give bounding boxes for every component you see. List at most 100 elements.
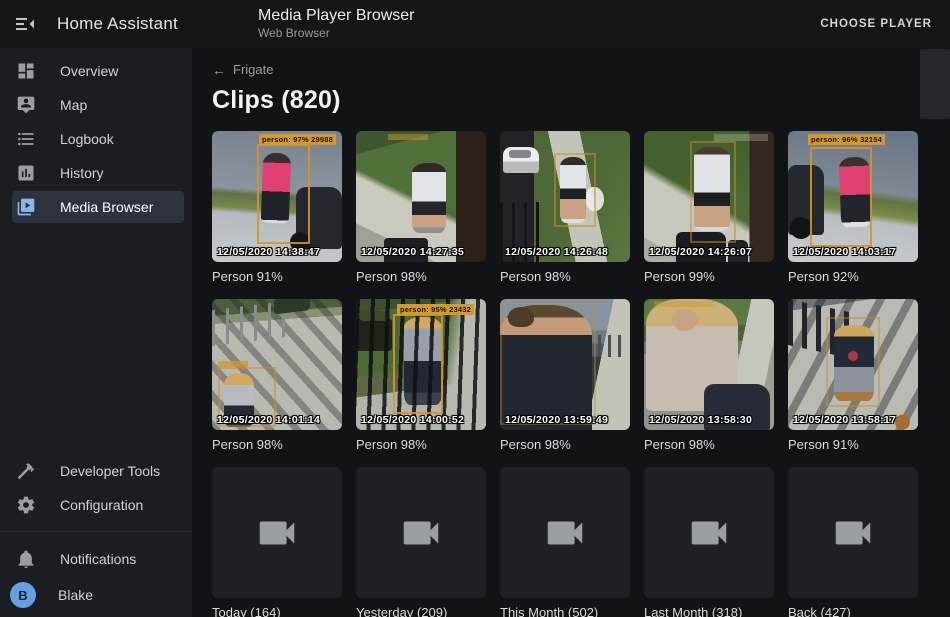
- home-assistant-window: Home Assistant Media Player Browser Web …: [0, 0, 950, 617]
- gear-icon: [16, 495, 36, 515]
- avatar: B: [10, 582, 36, 608]
- clip-label: Person 98%: [356, 269, 486, 285]
- clip-thumbnail: 12/05/2020 14:26:48: [500, 131, 630, 262]
- folder-card[interactable]: This Month (502): [500, 467, 630, 617]
- sidebar-main-nav: Overview Map Logbook History Media Brows…: [0, 53, 192, 225]
- clip-card[interactable]: 12/05/2020 13:58:17 Person 91%: [788, 299, 918, 453]
- clip-label: Person 91%: [212, 269, 342, 285]
- page-heading: Clips (820): [212, 86, 950, 115]
- page-title: Media Player Browser: [258, 7, 415, 25]
- chart-box-icon: [16, 163, 36, 183]
- detection-bounding-box: [500, 301, 596, 425]
- clip-card[interactable]: 12/05/2020 13:58:30 Person 98%: [644, 299, 774, 453]
- clip-timestamp: 12/05/2020 14:01:14: [217, 414, 320, 426]
- detection-bounding-box: [257, 144, 310, 244]
- folder-label: Last Month (318): [644, 605, 774, 617]
- sidebar-item-media-browser[interactable]: Media Browser: [12, 191, 184, 223]
- sidebar-spacer: [0, 225, 192, 453]
- clip-label: Person 92%: [788, 269, 918, 285]
- folder-thumbnail: [212, 467, 342, 598]
- sidebar-item-notifications[interactable]: Notifications: [12, 543, 184, 575]
- sidebar-item-map[interactable]: Map: [12, 89, 184, 121]
- clip-thumbnail: 12/05/2020 13:58:30: [644, 299, 774, 430]
- breadcrumb-label: Frigate: [233, 62, 273, 77]
- sidebar-toggle-icon[interactable]: [13, 12, 37, 36]
- clip-timestamp: 12/05/2020 14:27:35: [361, 246, 464, 258]
- folder-label: Today (164): [212, 605, 342, 617]
- video-camera-icon: [830, 510, 876, 556]
- sidebar-item-overview[interactable]: Overview: [12, 55, 184, 87]
- bell-icon: [16, 549, 36, 569]
- folder-card[interactable]: Today (164): [212, 467, 342, 617]
- choose-player-button[interactable]: CHOOSE PLAYER: [812, 10, 940, 38]
- account-tooltip-icon: [16, 95, 36, 115]
- folder-card[interactable]: Back (427): [788, 467, 918, 617]
- clip-card[interactable]: 12/05/2020 14:26:48 Person 98%: [500, 131, 630, 285]
- clip-timestamp: 12/05/2020 14:00:52: [361, 414, 464, 426]
- clip-label: Person 98%: [500, 437, 630, 453]
- sidebar-item-developer-tools[interactable]: Developer Tools: [12, 455, 184, 487]
- page-subtitle: Web Browser: [258, 27, 415, 41]
- clip-card[interactable]: 12/05/2020 14:26:07 Person 99%: [644, 131, 774, 285]
- back-arrow-icon: ←: [212, 63, 226, 77]
- scene-object: [503, 147, 539, 173]
- video-camera-icon: [542, 510, 588, 556]
- media-browser-content: ← Frigate Clips (820) person: 97% 29988 …: [192, 48, 950, 617]
- clip-card[interactable]: 12/05/2020 14:27:35 Person 98%: [356, 131, 486, 285]
- folder-card[interactable]: Yesterday (209): [356, 467, 486, 617]
- list-bulleted-icon: [16, 129, 36, 149]
- clip-card[interactable]: 12/05/2020 13:59:49 Person 98%: [500, 299, 630, 453]
- sidebar-item-label: Developer Tools: [60, 463, 160, 479]
- video-camera-icon: [686, 510, 732, 556]
- sidebar-divider: [0, 531, 192, 532]
- folder-thumbnail: [356, 467, 486, 598]
- clip-thumbnail: person: 97% 29988 12/05/2020 14:38:47: [212, 131, 342, 262]
- folder-label: This Month (502): [500, 605, 630, 617]
- sidebar-item-label: Map: [60, 97, 87, 113]
- clip-thumbnail: person: 96% 32154 12/05/2020 14:03:17: [788, 131, 918, 262]
- folder-card[interactable]: Last Month (318): [644, 467, 774, 617]
- scrollbar-thumb[interactable]: [920, 49, 950, 119]
- hammer-icon: [16, 461, 36, 481]
- sidebar-item-configuration[interactable]: Configuration: [12, 489, 184, 521]
- clip-card[interactable]: person: 97% 29988 12/05/2020 14:38:47 Pe…: [212, 131, 342, 285]
- clip-thumbnail: 12/05/2020 13:58:17: [788, 299, 918, 430]
- clip-timestamp: 12/05/2020 13:59:49: [505, 414, 608, 426]
- sidebar-item-history[interactable]: History: [12, 157, 184, 189]
- clip-timestamp: 12/05/2020 14:26:07: [649, 246, 752, 258]
- clip-card[interactable]: person: 96% 32154 12/05/2020 14:03:17 Pe…: [788, 131, 918, 285]
- sidebar-item-profile[interactable]: B Blake: [12, 579, 184, 611]
- clip-label: Person 98%: [212, 437, 342, 453]
- detection-label: person: 97% 29988: [259, 134, 336, 145]
- clip-label: Person 98%: [356, 437, 486, 453]
- sidebar-item-logbook[interactable]: Logbook: [12, 123, 184, 155]
- sidebar-item-label: Media Browser: [60, 199, 153, 215]
- clip-label: Person 98%: [500, 269, 630, 285]
- clip-card[interactable]: 12/05/2020 14:01:14 Person 98%: [212, 299, 342, 453]
- clip-thumbnail: 12/05/2020 13:59:49: [500, 299, 630, 430]
- clip-timestamp: 12/05/2020 13:58:30: [649, 414, 752, 426]
- app-header: Home Assistant Media Player Browser Web …: [0, 0, 950, 48]
- sidebar-item-label: Logbook: [60, 131, 114, 147]
- detection-bounding-box: [810, 147, 872, 247]
- view-dashboard-icon: [16, 61, 36, 81]
- detection-bounding-box: [393, 314, 443, 414]
- detection-bounding-box: [826, 317, 880, 407]
- video-camera-icon: [398, 510, 444, 556]
- clip-thumbnail: 12/05/2020 14:27:35: [356, 131, 486, 262]
- folder-label: Back (427): [788, 605, 918, 617]
- folder-label: Yesterday (209): [356, 605, 486, 617]
- breadcrumb[interactable]: ← Frigate: [212, 62, 273, 77]
- header-sidebar-section: Home Assistant: [0, 12, 192, 36]
- clip-card[interactable]: person: 95% 23432 12/05/2020 14:00:52 Pe…: [356, 299, 486, 453]
- app-title: Home Assistant: [57, 14, 178, 34]
- folder-thumbnail: [644, 467, 774, 598]
- clip-timestamp: 12/05/2020 14:26:48: [505, 246, 608, 258]
- page-title-block: Media Player Browser Web Browser: [258, 7, 415, 40]
- clip-thumbnail: person: 95% 23432 12/05/2020 14:00:52: [356, 299, 486, 430]
- sidebar-item-label: Overview: [60, 63, 118, 79]
- clip-label: Person 99%: [644, 269, 774, 285]
- person-figure: [412, 163, 446, 233]
- folder-thumbnail: [500, 467, 630, 598]
- sidebar-secondary-nav: Developer Tools Configuration: [0, 453, 192, 523]
